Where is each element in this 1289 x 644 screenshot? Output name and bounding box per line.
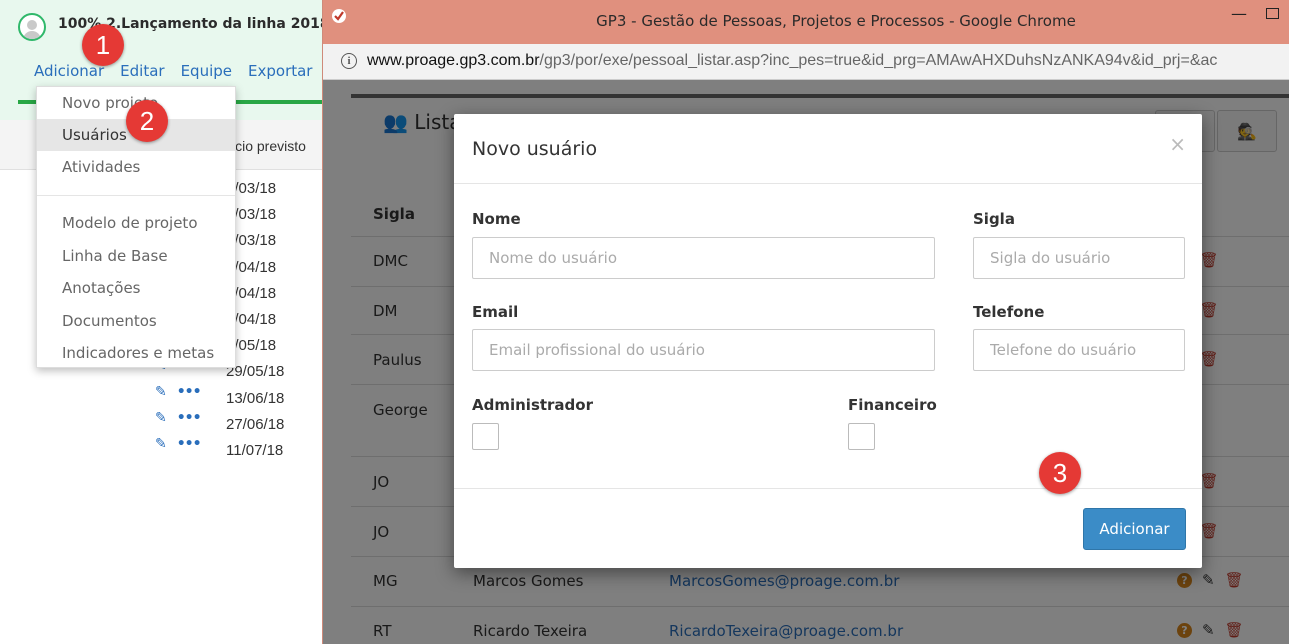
administrador-label: Administrador <box>472 396 593 414</box>
new-user-modal: Novo usuário × Nome Sigla Email Telefone… <box>454 114 1202 568</box>
maximize-icon[interactable] <box>1266 8 1279 19</box>
dropdown-item-modelo-de-projeto[interactable]: Modelo de projeto <box>37 207 235 239</box>
step-badge-1: 1 <box>82 24 124 66</box>
row-actions: ✎ ••• <box>155 436 202 452</box>
modal-title: Novo usuário <box>472 138 598 160</box>
dropdown-item-anotacoes[interactable]: Anotações <box>37 272 235 304</box>
nome-label: Nome <box>472 210 521 228</box>
column-header-inicio-previsto: icio previsto <box>232 138 306 154</box>
telefone-label: Telefone <box>973 303 1045 321</box>
date-cell: 27/06/18 <box>226 415 285 433</box>
administrador-checkbox[interactable] <box>472 423 499 450</box>
step-badge-3: 3 <box>1039 452 1081 494</box>
window-titlebar: GP3 - Gestão de Pessoas, Projetos e Proc… <box>323 0 1289 44</box>
menu-adicionar[interactable]: Adicionar <box>34 62 104 80</box>
email-label: Email <box>472 303 519 321</box>
menu-exportar[interactable]: Exportar <box>248 62 312 80</box>
dropdown-divider <box>37 195 235 196</box>
menu-equipe[interactable]: Equipe <box>181 62 232 80</box>
email-input[interactable] <box>472 329 935 371</box>
left-app: 100% 2.Lançamento da linha 2018 Adiciona… <box>0 0 322 644</box>
more-icon[interactable]: ••• <box>177 410 202 426</box>
telefone-input[interactable] <box>973 329 1185 371</box>
avatar[interactable] <box>18 13 46 41</box>
step-badge-2: 2 <box>126 100 168 142</box>
project-menu: Adicionar Editar Equipe Exportar <box>34 62 312 80</box>
nome-input[interactable] <box>472 237 935 279</box>
modal-header: Novo usuário × <box>454 114 1202 184</box>
url-host: www.proage.gp3.com.br <box>367 52 540 69</box>
modal-footer-divider <box>454 488 1202 489</box>
sigla-label: Sigla <box>973 210 1015 228</box>
row-actions: ✎ ••• <box>155 384 202 400</box>
dropdown-item-atividades[interactable]: Atividades <box>37 151 235 183</box>
url-path: /gp3/por/exe/pessoal_listar.asp?inc_pes=… <box>539 52 1218 69</box>
chrome-window: GP3 - Gestão de Pessoas, Projetos e Proc… <box>322 0 1289 644</box>
dropdown-item-linha-de-base[interactable]: Linha de Base <box>37 240 235 272</box>
minimize-icon[interactable]: — <box>1231 4 1247 23</box>
date-cell: 11/07/18 <box>226 441 284 459</box>
pencil-icon[interactable]: ✎ <box>155 384 167 400</box>
financeiro-label: Financeiro <box>848 396 937 414</box>
row-actions: ✎ ••• <box>155 410 202 426</box>
date-cell: 13/06/18 <box>226 389 285 407</box>
url-text[interactable]: www.proage.gp3.com.br/gp3/por/exe/pessoa… <box>367 52 1217 70</box>
sigla-input[interactable] <box>973 237 1185 279</box>
more-icon[interactable]: ••• <box>177 436 202 452</box>
window-title: GP3 - Gestão de Pessoas, Projetos e Proc… <box>596 12 1076 30</box>
menu-editar[interactable]: Editar <box>120 62 164 80</box>
dropdown-item-documentos[interactable]: Documentos <box>37 305 235 337</box>
financeiro-checkbox[interactable] <box>848 423 875 450</box>
info-icon[interactable]: i <box>341 53 357 69</box>
close-icon[interactable]: × <box>1169 132 1186 156</box>
pencil-icon[interactable]: ✎ <box>155 410 167 426</box>
dropdown-item-indicadores-e-metas[interactable]: Indicadores e metas <box>37 337 235 369</box>
pencil-icon[interactable]: ✎ <box>155 436 167 452</box>
more-icon[interactable]: ••• <box>177 384 202 400</box>
address-bar[interactable]: i www.proage.gp3.com.br/gp3/por/exe/pess… <box>323 44 1289 80</box>
adicionar-button[interactable]: Adicionar <box>1083 508 1186 550</box>
